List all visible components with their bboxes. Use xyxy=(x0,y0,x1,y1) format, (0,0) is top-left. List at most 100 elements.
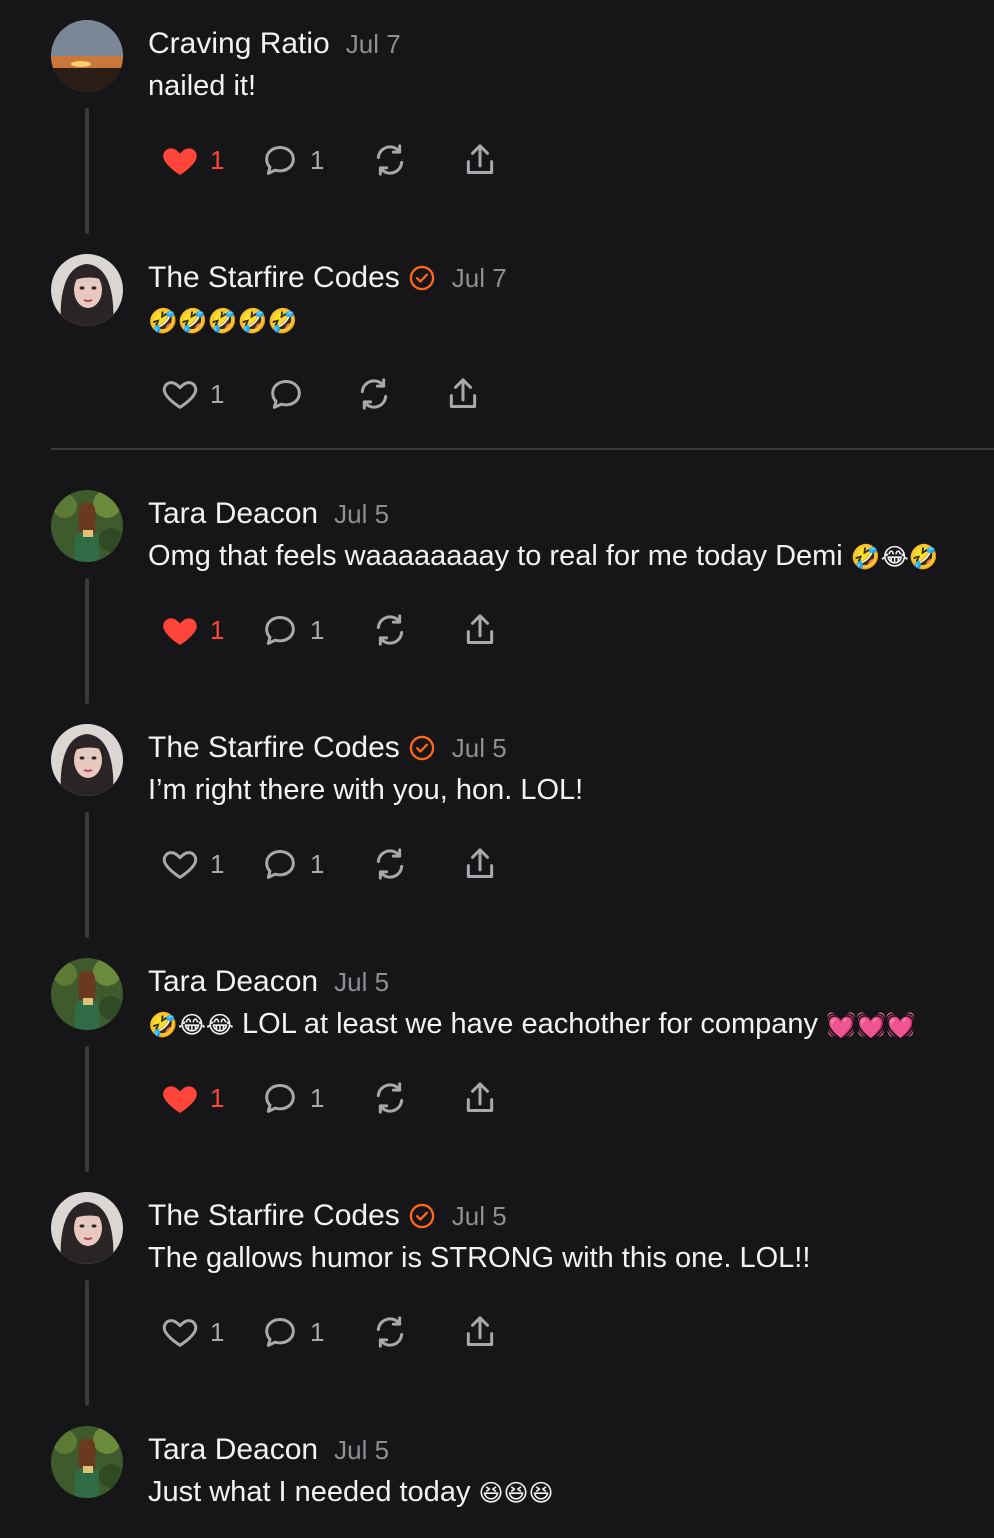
comment-actions: 1 1 xyxy=(160,608,580,652)
avatar[interactable] xyxy=(51,1192,123,1264)
emoji-text: 🤣😂🤣 xyxy=(850,543,939,571)
divider xyxy=(51,448,994,450)
avatar[interactable] xyxy=(51,724,123,796)
comment-date[interactable]: Jul 5 xyxy=(334,499,389,530)
comment-4: The Starfire Codes Jul 5 I’m right there… xyxy=(0,724,994,954)
reply-count: 1 xyxy=(310,1082,325,1113)
heart-filled-icon xyxy=(160,1078,200,1118)
author-name[interactable]: Tara Deacon xyxy=(148,965,318,999)
comment-header: The Starfire Codes Jul 5 xyxy=(148,728,507,768)
comment-6: The Starfire Codes Jul 5 The gallows hum… xyxy=(0,1192,994,1422)
comment-7: Tara Deacon Jul 5 Just what I needed tod… xyxy=(0,1426,994,1538)
share-icon xyxy=(443,374,483,414)
like-count: 1 xyxy=(210,848,225,879)
avatar[interactable] xyxy=(51,490,123,562)
share-button[interactable] xyxy=(460,842,500,886)
reply-count: 1 xyxy=(310,848,325,879)
emoji-text: 🤣😂😂 xyxy=(148,1011,234,1039)
author-name[interactable]: Tara Deacon xyxy=(148,1433,318,1467)
share-button[interactable] xyxy=(460,138,500,182)
share-button[interactable] xyxy=(460,1076,500,1120)
avatar[interactable] xyxy=(51,1426,123,1498)
reply-count: 1 xyxy=(310,144,325,175)
comment-text: The gallows humor is STRONG with this on… xyxy=(148,1242,811,1274)
comment-3: Tara Deacon Jul 5 Omg that feels waaaaaa… xyxy=(0,490,994,720)
author-name[interactable]: The Starfire Codes xyxy=(148,261,400,295)
avatar[interactable] xyxy=(51,254,123,326)
comment-date[interactable]: Jul 5 xyxy=(334,967,389,998)
author-name[interactable]: Craving Ratio xyxy=(148,27,330,61)
comment-2: The Starfire Codes Jul 7 🤣🤣🤣🤣🤣 1 xyxy=(0,254,994,434)
comment-header: The Starfire Codes Jul 5 xyxy=(148,1196,507,1236)
verified-check-icon xyxy=(408,734,436,762)
comment-text: Just what I needed today 😆😆😆 xyxy=(148,1476,554,1508)
restack-icon xyxy=(370,610,410,650)
share-button[interactable] xyxy=(443,372,483,416)
restack-button[interactable] xyxy=(370,1310,410,1354)
author-name[interactable]: The Starfire Codes xyxy=(148,731,400,765)
restack-button[interactable] xyxy=(370,842,410,886)
comment-actions: 1 1 xyxy=(160,1076,580,1120)
avatar[interactable] xyxy=(51,958,123,1030)
like-button[interactable]: 1 xyxy=(160,372,224,416)
share-icon xyxy=(460,844,500,884)
comment-date[interactable]: Jul 7 xyxy=(346,29,401,60)
comment-actions: 1 xyxy=(160,372,580,416)
like-button[interactable]: 1 xyxy=(160,608,224,652)
like-button[interactable]: 1 xyxy=(160,138,224,182)
share-button[interactable] xyxy=(460,1310,500,1354)
share-icon xyxy=(460,1312,500,1352)
like-button[interactable]: 1 xyxy=(160,842,224,886)
comment-text: 🤣🤣🤣🤣🤣 xyxy=(148,304,297,337)
restack-button[interactable] xyxy=(370,138,410,182)
restack-button[interactable] xyxy=(370,608,410,652)
heart-outline-icon xyxy=(160,1312,200,1352)
restack-icon xyxy=(354,374,394,414)
reply-button[interactable]: 1 xyxy=(260,1310,324,1354)
comment-date[interactable]: Jul 5 xyxy=(452,1201,507,1232)
reply-button[interactable]: 1 xyxy=(260,1076,324,1120)
comment-text: 🤣😂😂 LOL at least we have eachother for c… xyxy=(148,1008,916,1040)
comment-date[interactable]: Jul 5 xyxy=(452,733,507,764)
comment-text: Omg that feels waaaaaaaay to real for me… xyxy=(148,540,939,572)
like-count: 1 xyxy=(210,614,225,645)
reply-button[interactable]: 1 xyxy=(260,138,324,182)
comment-actions: 1 1 xyxy=(160,842,580,886)
comment-text: nailed it! xyxy=(148,70,257,102)
like-count: 1 xyxy=(210,1082,225,1113)
reply-button[interactable]: 1 xyxy=(260,842,324,886)
comment-header: Craving Ratio Jul 7 xyxy=(148,24,401,64)
comment-bubble-icon xyxy=(260,1078,300,1118)
comment-header: Tara Deacon Jul 5 xyxy=(148,494,389,534)
restack-button[interactable] xyxy=(370,1076,410,1120)
author-name[interactable]: Tara Deacon xyxy=(148,497,318,531)
restack-icon xyxy=(370,844,410,884)
comment-actions: 1 1 xyxy=(160,1310,580,1354)
comment-5: Tara Deacon Jul 5 🤣😂😂 LOL at least we ha… xyxy=(0,958,994,1188)
restack-button[interactable] xyxy=(354,372,394,416)
thread-line xyxy=(85,108,89,234)
emoji-text: 🤣🤣🤣🤣🤣 xyxy=(148,307,298,335)
comment-date[interactable]: Jul 7 xyxy=(452,263,507,294)
share-button[interactable] xyxy=(460,608,500,652)
reply-button[interactable]: 1 xyxy=(260,608,324,652)
heart-filled-icon xyxy=(160,140,200,180)
comment-bubble-icon xyxy=(260,1312,300,1352)
comment-text: I’m right there with you, hon. LOL! xyxy=(148,774,584,806)
restack-icon xyxy=(370,140,410,180)
thread-line xyxy=(85,812,89,938)
author-name[interactable]: The Starfire Codes xyxy=(148,1199,400,1233)
restack-icon xyxy=(370,1078,410,1118)
like-button[interactable]: 1 xyxy=(160,1310,224,1354)
reply-button[interactable] xyxy=(266,372,306,416)
thread-line xyxy=(85,1280,89,1406)
like-button[interactable]: 1 xyxy=(160,1076,224,1120)
avatar[interactable] xyxy=(51,20,123,92)
verified-check-icon xyxy=(408,264,436,292)
thread-line xyxy=(85,1046,89,1172)
like-count: 1 xyxy=(210,1316,225,1347)
comment-date[interactable]: Jul 5 xyxy=(334,1435,389,1466)
thread-line xyxy=(85,578,89,704)
heart-filled-icon xyxy=(160,610,200,650)
verified-check-icon xyxy=(408,1202,436,1230)
